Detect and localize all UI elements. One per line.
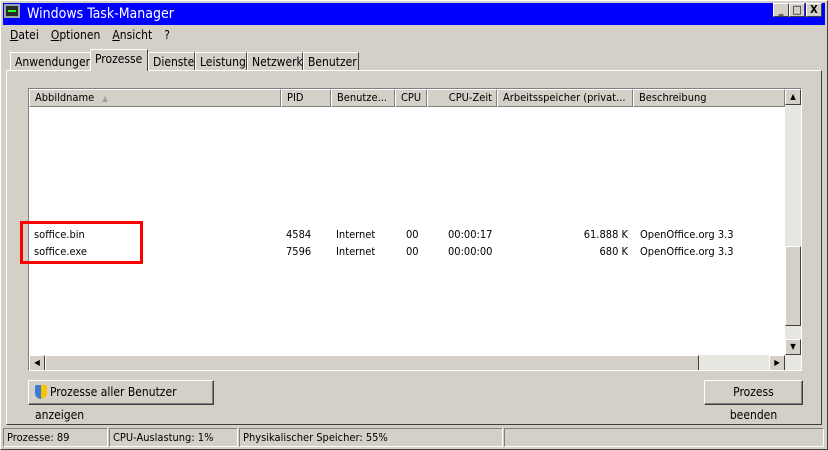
tab-leistung[interactable]: Leistung: [195, 52, 247, 71]
status-empty: [504, 428, 824, 447]
scroll-right-button[interactable]: ▶: [769, 355, 785, 370]
cell-memory: 61.888 K: [583, 228, 628, 241]
tab-dienste[interactable]: Dienste: [148, 52, 195, 71]
menu-bar: Datei Optionen Ansicht ?: [4, 27, 176, 43]
cell-pid: 7596: [286, 245, 312, 258]
title-bar[interactable]: Windows Task-Manager: [3, 3, 825, 25]
column-header-cpu[interactable]: CPU: [395, 89, 427, 107]
show-all-users-button[interactable]: Prozesse aller Benutzer anzeigen: [28, 380, 214, 422]
status-cpu: CPU-Auslastung: 1%: [109, 428, 238, 447]
horizontal-scroll-thumb[interactable]: [45, 355, 699, 370]
cell-description: OpenOffice.org 3.3: [640, 228, 734, 241]
tab-benutzer[interactable]: Benutzer: [303, 52, 359, 71]
column-header-abbildname[interactable]: Abbildname ▲: [29, 89, 281, 107]
cell-cpu-time: 00:00:17: [448, 228, 493, 241]
menu-ansicht[interactable]: Ansicht: [106, 27, 158, 43]
tab-prozesse[interactable]: Prozesse: [90, 49, 148, 71]
uac-shield-icon: [35, 385, 47, 399]
tab-anwendungen[interactable]: Anwendungen: [10, 52, 92, 71]
cell-pid: 4584: [286, 228, 312, 241]
cell-user: Internet: [336, 228, 376, 241]
cell-cpu-time: 00:00:00: [448, 245, 493, 258]
maximize-button[interactable]: □: [789, 3, 805, 17]
column-header-benutzer[interactable]: Benutze...: [331, 89, 395, 107]
highlight-box: [20, 221, 143, 264]
menu-optionen[interactable]: Optionen: [45, 27, 107, 43]
vertical-scroll-thumb[interactable]: [785, 246, 801, 326]
close-button[interactable]: X: [806, 3, 822, 17]
scroll-down-button[interactable]: ▼: [785, 339, 801, 355]
window-title: Windows Task-Manager: [27, 6, 174, 22]
menu-datei[interactable]: Datei: [4, 27, 45, 43]
minimize-button[interactable]: _: [773, 3, 789, 17]
status-memory: Physikalischer Speicher: 55%: [239, 428, 503, 447]
cell-description: OpenOffice.org 3.3: [640, 245, 734, 258]
scroll-up-button[interactable]: ▲: [785, 89, 801, 105]
process-list[interactable]: Abbildname ▲ PID Benutze... CPU CPU-Zeit …: [28, 88, 802, 371]
cell-user: Internet: [336, 245, 376, 258]
cell-memory: 680 K: [599, 245, 628, 258]
vertical-scrollbar[interactable]: ▲ ▼: [785, 89, 801, 355]
cell-cpu: 00: [406, 228, 419, 241]
column-header-arbeitsspeicher[interactable]: Arbeitsspeicher (privat...: [497, 89, 633, 107]
cell-cpu: 00: [406, 245, 419, 258]
status-processes: Prozesse: 89: [3, 428, 108, 447]
column-header-pid[interactable]: PID: [281, 89, 331, 107]
sort-ascending-icon: ▲: [102, 94, 108, 103]
scroll-left-button[interactable]: ◀: [29, 355, 45, 370]
horizontal-scrollbar[interactable]: ◀ ▶: [29, 355, 801, 370]
column-header-beschreibung[interactable]: Beschreibung: [633, 89, 785, 107]
menu-help[interactable]: ?: [158, 27, 176, 43]
end-process-button[interactable]: Prozess beenden: [704, 380, 803, 422]
column-header-cpu-zeit[interactable]: CPU-Zeit: [427, 89, 497, 107]
task-manager-icon: [4, 4, 20, 18]
tab-netzwerk[interactable]: Netzwerk: [247, 52, 303, 71]
